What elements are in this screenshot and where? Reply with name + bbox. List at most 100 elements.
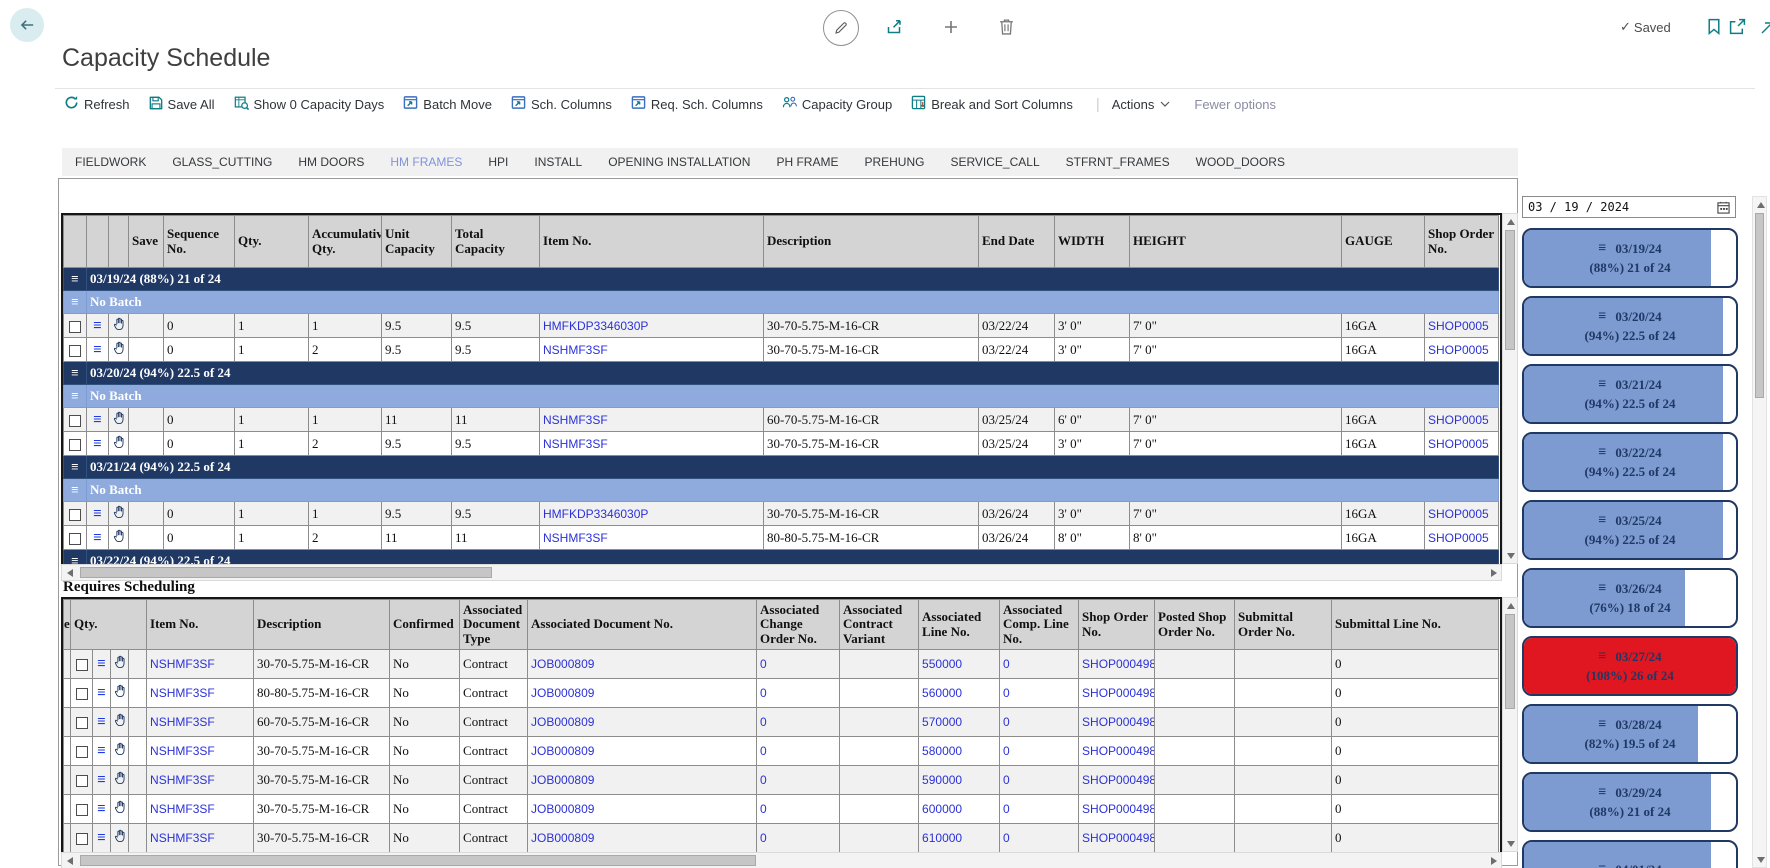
share-button[interactable] — [886, 18, 904, 35]
v-scroll-thumb[interactable] — [1505, 230, 1515, 350]
tab-prehung[interactable]: PREHUNG — [864, 155, 924, 169]
drag-hand-icon[interactable] — [113, 411, 125, 425]
scroll-left-button[interactable] — [62, 853, 77, 868]
row-checkbox[interactable] — [76, 804, 88, 816]
capacity-day-card[interactable]: ≡03/25/24(94%) 22.5 of 24 — [1522, 500, 1738, 560]
group-menu-icon[interactable]: ≡ — [71, 388, 78, 403]
row-checkbox[interactable] — [69, 345, 81, 357]
drag-hand-icon[interactable] — [114, 742, 126, 756]
scroll-down-button[interactable] — [1503, 548, 1518, 563]
scroll-left-button[interactable] — [62, 565, 77, 580]
shop-order-no-link[interactable]: SHOP000498 — [1082, 686, 1155, 700]
row-checkbox[interactable] — [76, 659, 88, 671]
item-no-link[interactable]: NSHMF3SF — [150, 744, 215, 758]
assoc-doc-no-link[interactable]: JOB000809 — [531, 831, 594, 845]
assoc-doc-no-link[interactable]: JOB000809 — [531, 686, 594, 700]
fewer-options-button[interactable]: Fewer options — [1194, 97, 1276, 112]
row-menu-icon[interactable]: ≡ — [97, 773, 106, 788]
item-no-link[interactable]: NSHMF3SF — [150, 715, 215, 729]
assoc-change-order-no-link[interactable]: 0 — [760, 686, 767, 700]
requires-h-scrollbar[interactable] — [61, 852, 1502, 868]
capacity-day-card[interactable]: ≡03/19/24(88%) 21 of 24 — [1522, 228, 1738, 288]
assoc-comp-line-no-link[interactable]: 0 — [1003, 802, 1010, 816]
v-scroll-thumb[interactable] — [1755, 213, 1764, 398]
drag-hand-icon[interactable] — [113, 529, 125, 543]
capacity-day-card[interactable]: ≡03/27/24(108%) 26 of 24 — [1522, 636, 1738, 696]
capacity-day-card[interactable]: ≡03/26/24(76%) 18 of 24 — [1522, 568, 1738, 628]
row-menu-icon[interactable]: ≡ — [93, 319, 102, 334]
assoc-doc-no-link[interactable]: JOB000809 — [531, 715, 594, 729]
row-checkbox[interactable] — [69, 321, 81, 333]
group-menu-icon[interactable]: ≡ — [71, 294, 78, 309]
card-menu-icon[interactable]: ≡ — [1598, 511, 1606, 531]
row-menu-icon[interactable]: ≡ — [93, 507, 102, 522]
drag-hand-icon[interactable] — [113, 435, 125, 449]
capacity-day-card[interactable]: ≡04/01/24 — [1522, 840, 1738, 868]
drag-hand-icon[interactable] — [114, 771, 126, 785]
row-checkbox[interactable] — [69, 533, 81, 545]
item-no-link[interactable]: HMFKDP3346030P — [543, 319, 648, 333]
scroll-up-button[interactable] — [1503, 598, 1518, 613]
tab-fieldwork[interactable]: FIELDWORK — [75, 155, 146, 169]
toolbar-capacity-group[interactable]: Capacity Group — [782, 95, 892, 113]
scroll-up-button[interactable] — [1753, 197, 1768, 212]
row-checkbox[interactable] — [76, 746, 88, 758]
item-no-link[interactable]: NSHMF3SF — [150, 802, 215, 816]
delete-button[interactable] — [999, 18, 1014, 35]
h-scroll-thumb[interactable] — [80, 567, 492, 578]
item-no-link[interactable]: HMFKDP3346030P — [543, 507, 648, 521]
scroll-down-button[interactable] — [1753, 852, 1768, 867]
row-menu-icon[interactable]: ≡ — [97, 831, 106, 846]
assoc-line-no-link[interactable]: 560000 — [922, 686, 962, 700]
assoc-doc-no-link[interactable]: JOB000809 — [531, 802, 594, 816]
scroll-right-button[interactable] — [1486, 565, 1501, 580]
assoc-line-no-link[interactable]: 600000 — [922, 802, 962, 816]
item-no-link[interactable]: NSHMF3SF — [150, 657, 215, 671]
shop-order-link[interactable]: SHOP0005 — [1428, 343, 1489, 357]
add-button[interactable] — [943, 19, 959, 35]
drag-hand-icon[interactable] — [113, 341, 125, 355]
h-scroll-thumb[interactable] — [80, 855, 756, 866]
group-menu-icon[interactable]: ≡ — [71, 553, 78, 564]
shop-order-no-link[interactable]: SHOP000498 — [1082, 802, 1155, 816]
tab-glass-cutting[interactable]: GLASS_CUTTING — [172, 155, 272, 169]
shop-order-link[interactable]: SHOP0005 — [1428, 531, 1489, 545]
row-menu-icon[interactable]: ≡ — [93, 531, 102, 546]
schedule-v-scrollbar[interactable] — [1502, 213, 1518, 564]
row-menu-icon[interactable]: ≡ — [97, 802, 106, 817]
assoc-doc-no-link[interactable]: JOB000809 — [531, 773, 594, 787]
toolbar-show-0-capacity-days[interactable]: Show 0 Capacity Days — [234, 95, 385, 113]
shop-order-no-link[interactable]: SHOP000498 — [1082, 715, 1155, 729]
card-menu-icon[interactable]: ≡ — [1598, 443, 1606, 463]
group-menu-icon[interactable]: ≡ — [71, 482, 78, 497]
assoc-line-no-link[interactable]: 580000 — [922, 744, 962, 758]
assoc-doc-no-link[interactable]: JOB000809 — [531, 744, 594, 758]
drag-hand-icon[interactable] — [114, 829, 126, 843]
assoc-change-order-no-link[interactable]: 0 — [760, 802, 767, 816]
scroll-up-button[interactable] — [1503, 214, 1518, 229]
card-menu-icon[interactable]: ≡ — [1598, 783, 1606, 803]
calendar-icon[interactable] — [1717, 201, 1730, 214]
assoc-change-order-no-link[interactable]: 0 — [760, 831, 767, 845]
edit-button[interactable] — [823, 10, 859, 46]
card-menu-icon[interactable]: ≡ — [1598, 239, 1606, 259]
row-checkbox[interactable] — [69, 415, 81, 427]
drag-hand-icon[interactable] — [114, 684, 126, 698]
assoc-change-order-no-link[interactable]: 0 — [760, 773, 767, 787]
open-in-window-button[interactable] — [1729, 18, 1746, 35]
group-menu-icon[interactable]: ≡ — [71, 459, 78, 474]
row-checkbox[interactable] — [76, 775, 88, 787]
card-menu-icon[interactable]: ≡ — [1598, 715, 1606, 735]
capacity-day-card[interactable]: ≡03/20/24(94%) 22.5 of 24 — [1522, 296, 1738, 356]
row-menu-icon[interactable]: ≡ — [97, 715, 106, 730]
tab-hm-frames[interactable]: HM FRAMES — [390, 155, 462, 169]
assoc-change-order-no-link[interactable]: 0 — [760, 715, 767, 729]
requires-v-scrollbar[interactable] — [1502, 597, 1518, 852]
tab-hm-doors[interactable]: HM DOORS — [298, 155, 364, 169]
assoc-comp-line-no-link[interactable]: 0 — [1003, 831, 1010, 845]
assoc-line-no-link[interactable]: 610000 — [922, 831, 962, 845]
shop-order-link[interactable]: SHOP0005 — [1428, 507, 1489, 521]
row-menu-icon[interactable]: ≡ — [93, 343, 102, 358]
shop-order-link[interactable]: SHOP0005 — [1428, 437, 1489, 451]
row-menu-icon[interactable]: ≡ — [97, 686, 106, 701]
